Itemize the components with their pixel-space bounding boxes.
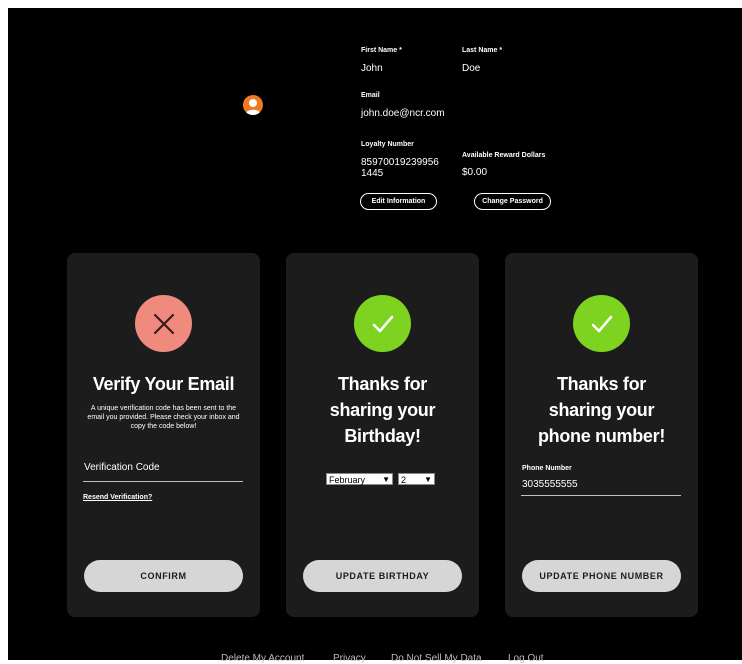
verify-email-description: A unique verification code has been sent… <box>87 405 240 430</box>
log-out-link[interactable]: Log Out <box>508 653 544 664</box>
close-icon <box>153 313 174 334</box>
avatar <box>243 95 263 115</box>
last-name-value: Doe <box>462 63 481 74</box>
verification-code-input[interactable]: Verification Code <box>84 462 160 473</box>
birth-month-select[interactable]: February ▼ <box>326 473 393 485</box>
phone-number-underline <box>521 495 681 496</box>
do-not-sell-link[interactable]: Do Not Sell My Data <box>391 653 482 664</box>
email-value: john.doe@ncr.com <box>361 108 445 119</box>
first-name-label: First Name * <box>361 47 402 54</box>
resend-verification-link[interactable]: Resend Verification? <box>83 494 152 501</box>
verify-email-title: Verify Your Email <box>92 374 235 394</box>
update-phone-number-button[interactable]: UPDATE PHONE NUMBER <box>522 560 681 592</box>
error-badge <box>135 295 192 352</box>
verification-code-underline <box>83 481 243 482</box>
last-name-label: Last Name * <box>462 47 503 54</box>
birthday-title: Thanks for sharing your Birthday! <box>329 374 436 446</box>
phone-number-input[interactable]: 3035555555 <box>522 479 578 490</box>
verify-email-card: Verify Your Email A unique verification … <box>67 253 260 617</box>
loyalty-number-value: 85970019239956 1445 <box>361 157 439 179</box>
edit-information-button[interactable]: Edit Information <box>360 193 437 210</box>
profile-page: First Name * John Last Name * Doe Email … <box>8 8 742 664</box>
confirm-button[interactable]: CONFIRM <box>84 560 243 592</box>
user-icon <box>245 99 261 115</box>
reward-dollars-value: $0.00 <box>462 167 488 178</box>
success-badge <box>354 295 411 352</box>
email-label: Email <box>361 92 380 99</box>
phone-number-label: Phone Number <box>522 465 572 472</box>
first-name-value: John <box>361 63 383 74</box>
phone-title: Thanks for sharing your phone number! <box>537 374 666 446</box>
loyalty-number-label: Loyalty Number <box>361 141 414 148</box>
reward-dollars-label: Available Reward Dollars <box>462 152 546 159</box>
privacy-link[interactable]: Privacy <box>333 653 366 664</box>
birthday-card: Thanks for sharing your Birthday! Februa… <box>286 253 479 617</box>
success-badge <box>573 295 630 352</box>
delete-account-link[interactable]: Delete My Account <box>221 653 304 664</box>
update-birthday-button[interactable]: UPDATE BIRTHDAY <box>303 560 462 592</box>
chevron-down-icon: ▼ <box>424 475 432 484</box>
birth-day-select[interactable]: 2 ▼ <box>398 473 435 485</box>
check-icon <box>372 315 393 332</box>
phone-card: Thanks for sharing your phone number! Ph… <box>505 253 698 617</box>
change-password-button[interactable]: Change Password <box>474 193 551 210</box>
check-icon <box>591 315 612 332</box>
chevron-down-icon: ▼ <box>382 475 390 484</box>
